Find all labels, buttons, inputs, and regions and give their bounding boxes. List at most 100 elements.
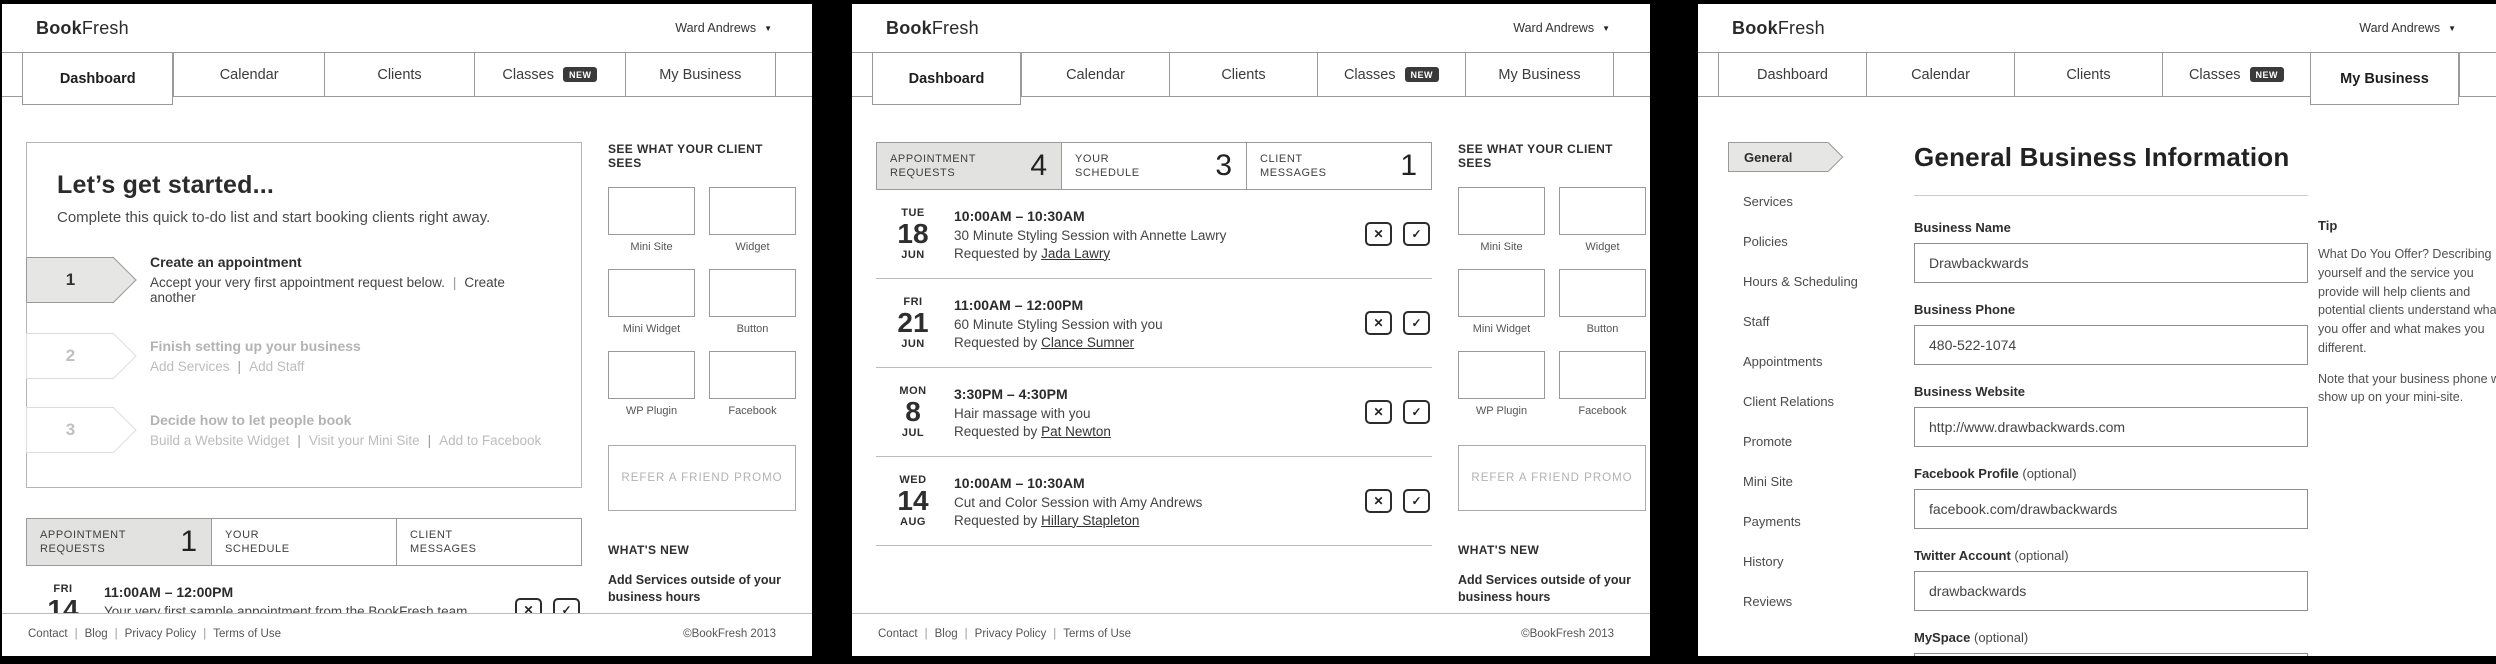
business-name-input[interactable] [1914, 243, 2308, 283]
myspace-input[interactable] [1914, 653, 2308, 656]
account-menu[interactable]: Ward Andrews ▼ [1513, 21, 1610, 35]
client-messages-count: 1 [1400, 149, 1417, 182]
stat-tab-client-messages[interactable]: CLIENT MESSAGES 1 [1247, 142, 1432, 190]
accept-button[interactable]: ✓ [1403, 400, 1430, 424]
preview-thumbnail[interactable] [709, 351, 796, 399]
accept-button[interactable]: ✓ [1403, 311, 1430, 335]
add-services-link[interactable]: Add Services [150, 359, 230, 374]
footer-blog-link[interactable]: Blog [935, 628, 958, 640]
build-widget-link[interactable]: Build a Website Widget [150, 433, 289, 448]
tab-dashboard[interactable]: Dashboard [872, 53, 1021, 105]
footer-contact-link[interactable]: Contact [28, 628, 68, 640]
tab-my-business[interactable]: My Business [1465, 53, 1613, 96]
tab-calendar[interactable]: Calendar [1866, 53, 2014, 96]
decline-button[interactable]: ✕ [1365, 222, 1392, 246]
tab-calendar[interactable]: Calendar [173, 53, 324, 96]
appointment-row: FRI 21 JUN 11:00AM – 12:00PM 60 Minute S… [876, 279, 1432, 368]
preview-wp-plugin[interactable]: WP Plugin [608, 351, 695, 417]
tab-dashboard[interactable]: Dashboard [1718, 53, 1866, 96]
refer-a-friend-promo[interactable]: REFER A FRIEND PROMO [1458, 445, 1646, 511]
refer-a-friend-promo[interactable]: REFER A FRIEND PROMO [608, 445, 796, 511]
nav-item-services[interactable]: Services [1728, 194, 1876, 209]
nav-item-promote[interactable]: Promote [1728, 434, 1876, 449]
preview-wp-plugin[interactable]: WP Plugin [1458, 351, 1545, 417]
footer-terms-link[interactable]: Terms of Use [213, 628, 281, 640]
preview-thumbnail[interactable] [1559, 351, 1646, 399]
nav-item-mini-site[interactable]: Mini Site [1728, 474, 1876, 489]
footer-privacy-link[interactable]: Privacy Policy [975, 628, 1047, 640]
add-to-facebook-link[interactable]: Add to Facebook [439, 433, 541, 448]
preview-thumbnail[interactable] [1458, 187, 1545, 235]
nav-item-appointments[interactable]: Appointments [1728, 354, 1876, 369]
stat-tab-appointment-requests[interactable]: APPOINTMENT REQUESTS 1 [26, 518, 212, 566]
nav-item-hours-scheduling[interactable]: Hours & Scheduling [1728, 274, 1876, 289]
footer-terms-link[interactable]: Terms of Use [1063, 628, 1131, 640]
nav-item-general[interactable]: General [1728, 142, 1844, 172]
nav-item-staff[interactable]: Staff [1728, 314, 1876, 329]
nav-item-policies[interactable]: Policies [1728, 234, 1876, 249]
decline-button[interactable]: ✕ [515, 598, 542, 613]
visit-mini-site-link[interactable]: Visit your Mini Site [309, 433, 420, 448]
preview-thumbnail[interactable] [1559, 269, 1646, 317]
preview-thumbnail[interactable] [1559, 187, 1646, 235]
accept-button[interactable]: ✓ [553, 598, 580, 613]
nav-item-history[interactable]: History [1728, 554, 1876, 569]
stat-tab-appointment-requests[interactable]: APPOINTMENT REQUESTS 4 [876, 142, 1062, 190]
stat-tab-your-schedule[interactable]: YOUR SCHEDULE 3 [1062, 142, 1247, 190]
tab-clients[interactable]: Clients [323, 53, 475, 96]
accept-button[interactable]: ✓ [1403, 489, 1430, 513]
account-menu[interactable]: Ward Andrews ▼ [2359, 21, 2456, 35]
preview-mini-widget[interactable]: Mini Widget [1458, 269, 1545, 335]
decline-button[interactable]: ✕ [1365, 311, 1392, 335]
preview-widget[interactable]: Widget [709, 187, 796, 253]
accept-button[interactable]: ✓ [1403, 222, 1430, 246]
preview-facebook[interactable]: Facebook [1559, 351, 1646, 417]
preview-button[interactable]: Button [1559, 269, 1646, 335]
business-website-input[interactable] [1914, 407, 2308, 447]
tab-classes[interactable]: Classes NEW [474, 53, 625, 96]
tab-classes[interactable]: Classes NEW [2162, 53, 2310, 96]
preview-facebook[interactable]: Facebook [709, 351, 796, 417]
tab-classes[interactable]: Classes NEW [1317, 53, 1465, 96]
footer-privacy-link[interactable]: Privacy Policy [125, 628, 197, 640]
preview-thumbnail[interactable] [1458, 351, 1545, 399]
footer-blog-link[interactable]: Blog [85, 628, 108, 640]
preview-thumbnail[interactable] [709, 269, 796, 317]
decline-button[interactable]: ✕ [1365, 400, 1392, 424]
add-staff-link[interactable]: Add Staff [249, 359, 304, 374]
stat-tab-client-messages[interactable]: CLIENT MESSAGES [397, 518, 582, 566]
account-menu[interactable]: Ward Andrews ▼ [675, 21, 772, 35]
business-phone-input[interactable] [1914, 325, 2308, 365]
preview-mini-site[interactable]: Mini Site [608, 187, 695, 253]
preview-widget[interactable]: Widget [1559, 187, 1646, 253]
tab-my-business[interactable]: My Business [624, 53, 776, 96]
nav-item-reviews[interactable]: Reviews [1728, 594, 1876, 609]
preview-thumbnail[interactable] [608, 269, 695, 317]
decline-button[interactable]: ✕ [1365, 489, 1392, 513]
preview-mini-site[interactable]: Mini Site [1458, 187, 1545, 253]
client-link[interactable]: Jada Lawry [1041, 246, 1110, 261]
tab-clients[interactable]: Clients [2014, 53, 2162, 96]
tab-dashboard[interactable]: Dashboard [22, 53, 174, 105]
client-link[interactable]: Clance Sumner [1041, 335, 1134, 350]
tab-my-business[interactable]: My Business [2310, 53, 2459, 105]
client-link[interactable]: Pat Newton [1041, 424, 1111, 439]
preview-thumbnail[interactable] [608, 187, 695, 235]
facebook-profile-input[interactable] [1914, 489, 2308, 529]
app-header: BookFresh Ward Andrews ▼ [2, 4, 812, 53]
nav-item-payments[interactable]: Payments [1728, 514, 1876, 529]
preview-thumbnail[interactable] [1458, 269, 1545, 317]
tab-spacer [2, 53, 22, 96]
tab-calendar[interactable]: Calendar [1021, 53, 1169, 96]
client-link[interactable]: Hillary Stapleton [1041, 513, 1139, 528]
preview-button[interactable]: Button [709, 269, 796, 335]
step-1-title: Create an appointment [150, 254, 302, 270]
tab-clients[interactable]: Clients [1169, 53, 1317, 96]
stat-tab-your-schedule[interactable]: YOUR SCHEDULE [212, 518, 397, 566]
preview-thumbnail[interactable] [709, 187, 796, 235]
nav-item-client-relations[interactable]: Client Relations [1728, 394, 1876, 409]
footer-contact-link[interactable]: Contact [878, 628, 918, 640]
twitter-account-input[interactable] [1914, 571, 2308, 611]
preview-thumbnail[interactable] [608, 351, 695, 399]
preview-mini-widget[interactable]: Mini Widget [608, 269, 695, 335]
